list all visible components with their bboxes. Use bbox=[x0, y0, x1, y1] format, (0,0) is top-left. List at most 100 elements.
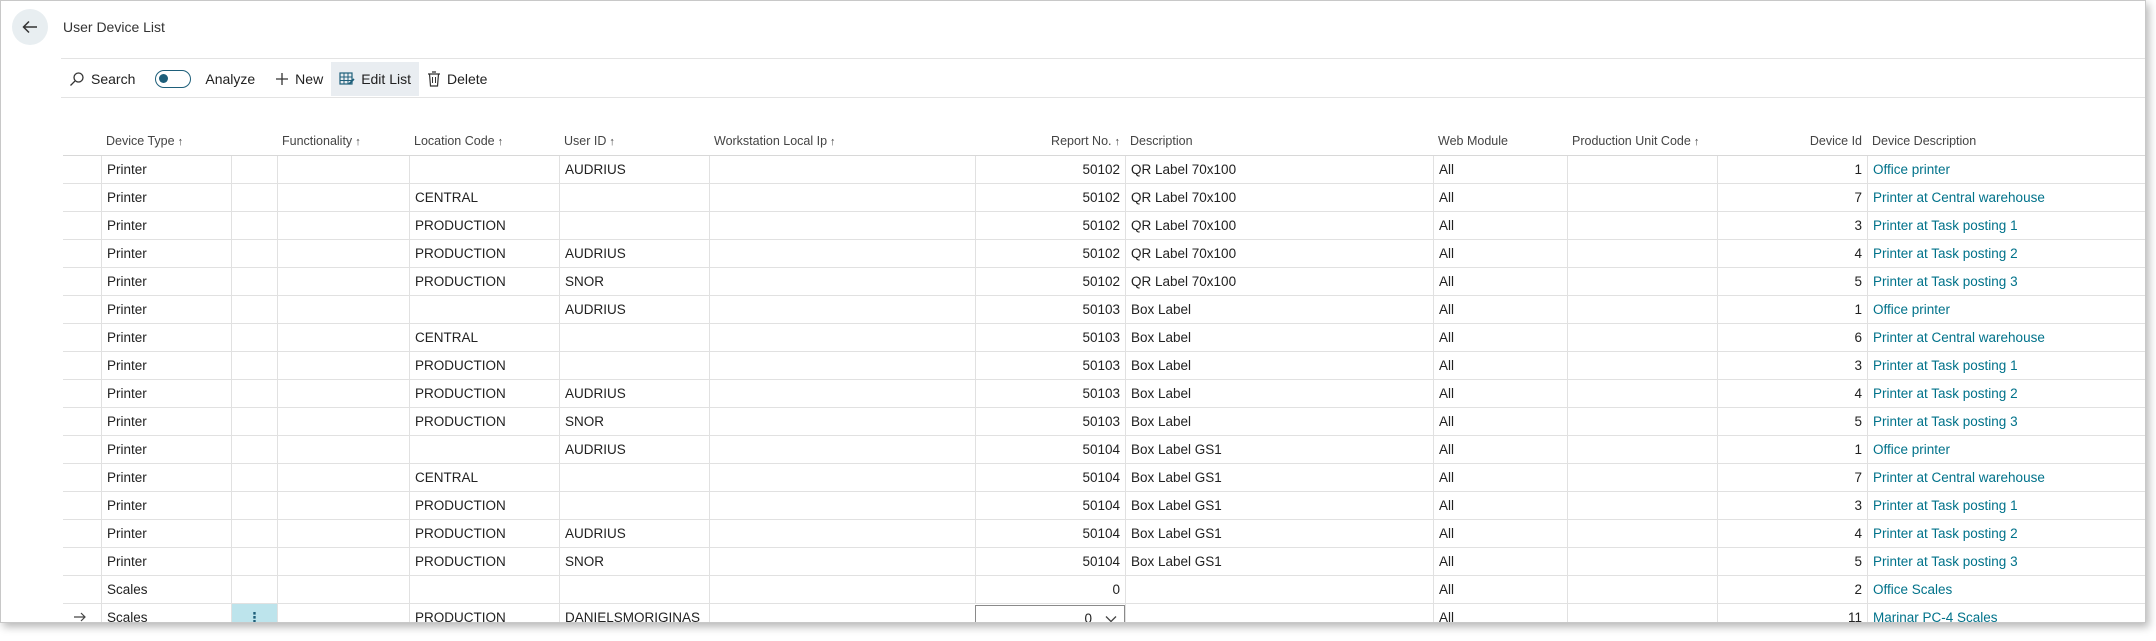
cell-workstation-local-ip[interactable] bbox=[709, 548, 975, 576]
cell-web-module[interactable]: All bbox=[1433, 296, 1567, 324]
cell-location-code[interactable]: PRODUCTION bbox=[409, 352, 559, 380]
column-header-device-type[interactable]: Device Type ↑ bbox=[101, 127, 239, 155]
cell-workstation-local-ip[interactable] bbox=[709, 604, 975, 622]
report-no-input[interactable] bbox=[976, 606, 1098, 622]
cell-web-module[interactable]: All bbox=[1433, 548, 1567, 576]
cell-device-description[interactable]: Printer at Task posting 3 bbox=[1867, 548, 2145, 576]
cell-web-module[interactable]: All bbox=[1433, 604, 1567, 622]
cell-location-code[interactable]: PRODUCTION bbox=[409, 212, 559, 240]
cell-workstation-local-ip[interactable] bbox=[709, 268, 975, 296]
cell-production-unit-code[interactable] bbox=[1567, 324, 1717, 352]
cell-device-description[interactable]: Printer at Central warehouse bbox=[1867, 324, 2145, 352]
column-header-report-no[interactable]: Report No. ↑ bbox=[975, 127, 1125, 155]
cell-row-menu[interactable] bbox=[231, 576, 277, 604]
cell-device-type[interactable]: Printer bbox=[101, 520, 231, 548]
cell-device-description[interactable]: Printer at Task posting 2 bbox=[1867, 380, 2145, 408]
cell-web-module[interactable]: All bbox=[1433, 436, 1567, 464]
cell-description[interactable]: Box Label GS1 bbox=[1125, 492, 1433, 520]
cell-user-id[interactable] bbox=[559, 576, 709, 604]
back-button[interactable] bbox=[12, 9, 48, 45]
cell-functionality[interactable] bbox=[277, 240, 409, 268]
column-header-device-description[interactable]: Device Description bbox=[1867, 127, 2145, 155]
cell-report-no[interactable]: 50104 bbox=[975, 492, 1125, 520]
cell-functionality[interactable] bbox=[277, 576, 409, 604]
cell-device-description[interactable]: Office printer bbox=[1867, 296, 2145, 324]
column-header-location-code[interactable]: Location Code ↑ bbox=[409, 127, 559, 155]
cell-location-code[interactable] bbox=[409, 576, 559, 604]
table-row[interactable]: Printer CENTRAL 50102 QR Label 70x100 All 7 Pr… bbox=[63, 184, 2145, 212]
cell-user-id[interactable]: AUDRIUS bbox=[559, 296, 709, 324]
cell-report-no[interactable]: 50102 bbox=[975, 184, 1125, 212]
cell-workstation-local-ip[interactable] bbox=[709, 324, 975, 352]
cell-report-no[interactable]: 50102 bbox=[975, 240, 1125, 268]
cell-device-id[interactable]: 4 bbox=[1717, 520, 1867, 548]
cell-production-unit-code[interactable] bbox=[1567, 520, 1717, 548]
table-row[interactable]: Printer PRODUCTION AUDRIUS 50102 QR Label 70… bbox=[63, 240, 2145, 268]
cell-user-id[interactable]: SNOR bbox=[559, 408, 709, 436]
cell-device-type[interactable]: Printer bbox=[101, 436, 231, 464]
cell-description[interactable]: Box Label bbox=[1125, 324, 1433, 352]
cell-functionality[interactable] bbox=[277, 296, 409, 324]
cell-device-description[interactable]: Printer at Task posting 3 bbox=[1867, 408, 2145, 436]
cell-device-description[interactable]: Office Scales bbox=[1867, 576, 2145, 604]
cell-row-menu[interactable] bbox=[231, 156, 277, 184]
cell-report-no[interactable]: 50103 bbox=[975, 324, 1125, 352]
cell-user-id[interactable] bbox=[559, 184, 709, 212]
cell-device-type[interactable]: Printer bbox=[101, 492, 231, 520]
edit-list-button[interactable]: Edit List bbox=[331, 62, 419, 96]
cell-location-code[interactable] bbox=[409, 296, 559, 324]
cell-device-type[interactable]: Printer bbox=[101, 548, 231, 576]
cell-device-type[interactable]: Printer bbox=[101, 184, 231, 212]
table-row[interactable]: Printer PRODUCTION 50102 QR Label 70x100 All… bbox=[63, 212, 2145, 240]
cell-report-no[interactable]: 50103 bbox=[975, 296, 1125, 324]
cell-web-module[interactable]: All bbox=[1433, 464, 1567, 492]
cell-production-unit-code[interactable] bbox=[1567, 184, 1717, 212]
column-header-description[interactable]: Description bbox=[1125, 127, 1433, 155]
cell-user-id[interactable]: AUDRIUS bbox=[559, 156, 709, 184]
table-row[interactable]: Printer AUDRIUS 50103 Box Label All 1 Office p… bbox=[63, 296, 2145, 324]
cell-description[interactable]: QR Label 70x100 bbox=[1125, 156, 1433, 184]
cell-row-menu[interactable] bbox=[231, 548, 277, 576]
cell-description[interactable] bbox=[1125, 604, 1433, 622]
cell-report-no[interactable]: 50102 bbox=[975, 212, 1125, 240]
cell-web-module[interactable]: All bbox=[1433, 212, 1567, 240]
cell-workstation-local-ip[interactable] bbox=[709, 464, 975, 492]
cell-user-id[interactable]: AUDRIUS bbox=[559, 240, 709, 268]
cell-row-menu[interactable] bbox=[231, 436, 277, 464]
cell-functionality[interactable] bbox=[277, 436, 409, 464]
table-row[interactable]: Printer CENTRAL 50103 Box Label All 6 Printer … bbox=[63, 324, 2145, 352]
table-row[interactable]: Printer PRODUCTION 50104 Box Label GS1 All 3 P… bbox=[63, 492, 2145, 520]
cell-workstation-local-ip[interactable] bbox=[709, 380, 975, 408]
cell-row-menu[interactable] bbox=[231, 296, 277, 324]
cell-device-description[interactable]: Printer at Task posting 2 bbox=[1867, 520, 2145, 548]
cell-web-module[interactable]: All bbox=[1433, 492, 1567, 520]
cell-production-unit-code[interactable] bbox=[1567, 268, 1717, 296]
cell-location-code[interactable]: PRODUCTION bbox=[409, 268, 559, 296]
column-header-workstation-local-ip[interactable]: Workstation Local Ip ↑ bbox=[709, 127, 975, 155]
cell-description[interactable]: Box Label bbox=[1125, 352, 1433, 380]
cell-user-id[interactable]: AUDRIUS bbox=[559, 380, 709, 408]
cell-production-unit-code[interactable] bbox=[1567, 352, 1717, 380]
cell-description[interactable]: Box Label bbox=[1125, 408, 1433, 436]
cell-production-unit-code[interactable] bbox=[1567, 464, 1717, 492]
cell-report-no[interactable]: 50103 bbox=[975, 408, 1125, 436]
cell-row-menu[interactable] bbox=[231, 408, 277, 436]
cell-device-id[interactable]: 4 bbox=[1717, 380, 1867, 408]
cell-device-type[interactable]: Printer bbox=[101, 408, 231, 436]
cell-workstation-local-ip[interactable] bbox=[709, 184, 975, 212]
cell-device-description[interactable]: Printer at Task posting 1 bbox=[1867, 492, 2145, 520]
cell-report-no[interactable]: 50104 bbox=[975, 436, 1125, 464]
table-row[interactable]: Printer PRODUCTION 50103 Box Label All 3 Print… bbox=[63, 352, 2145, 380]
report-no-input-box[interactable] bbox=[975, 605, 1125, 622]
cell-workstation-local-ip[interactable] bbox=[709, 520, 975, 548]
cell-workstation-local-ip[interactable] bbox=[709, 156, 975, 184]
table-row[interactable]: Printer PRODUCTION AUDRIUS 50103 Box Label Al… bbox=[63, 380, 2145, 408]
cell-workstation-local-ip[interactable] bbox=[709, 492, 975, 520]
cell-report-no[interactable]: 50102 bbox=[975, 156, 1125, 184]
cell-location-code[interactable] bbox=[409, 436, 559, 464]
cell-device-id[interactable]: 4 bbox=[1717, 240, 1867, 268]
cell-functionality[interactable] bbox=[277, 492, 409, 520]
cell-row-menu[interactable] bbox=[231, 352, 277, 380]
cell-row-menu[interactable] bbox=[231, 380, 277, 408]
cell-device-id[interactable]: 7 bbox=[1717, 464, 1867, 492]
